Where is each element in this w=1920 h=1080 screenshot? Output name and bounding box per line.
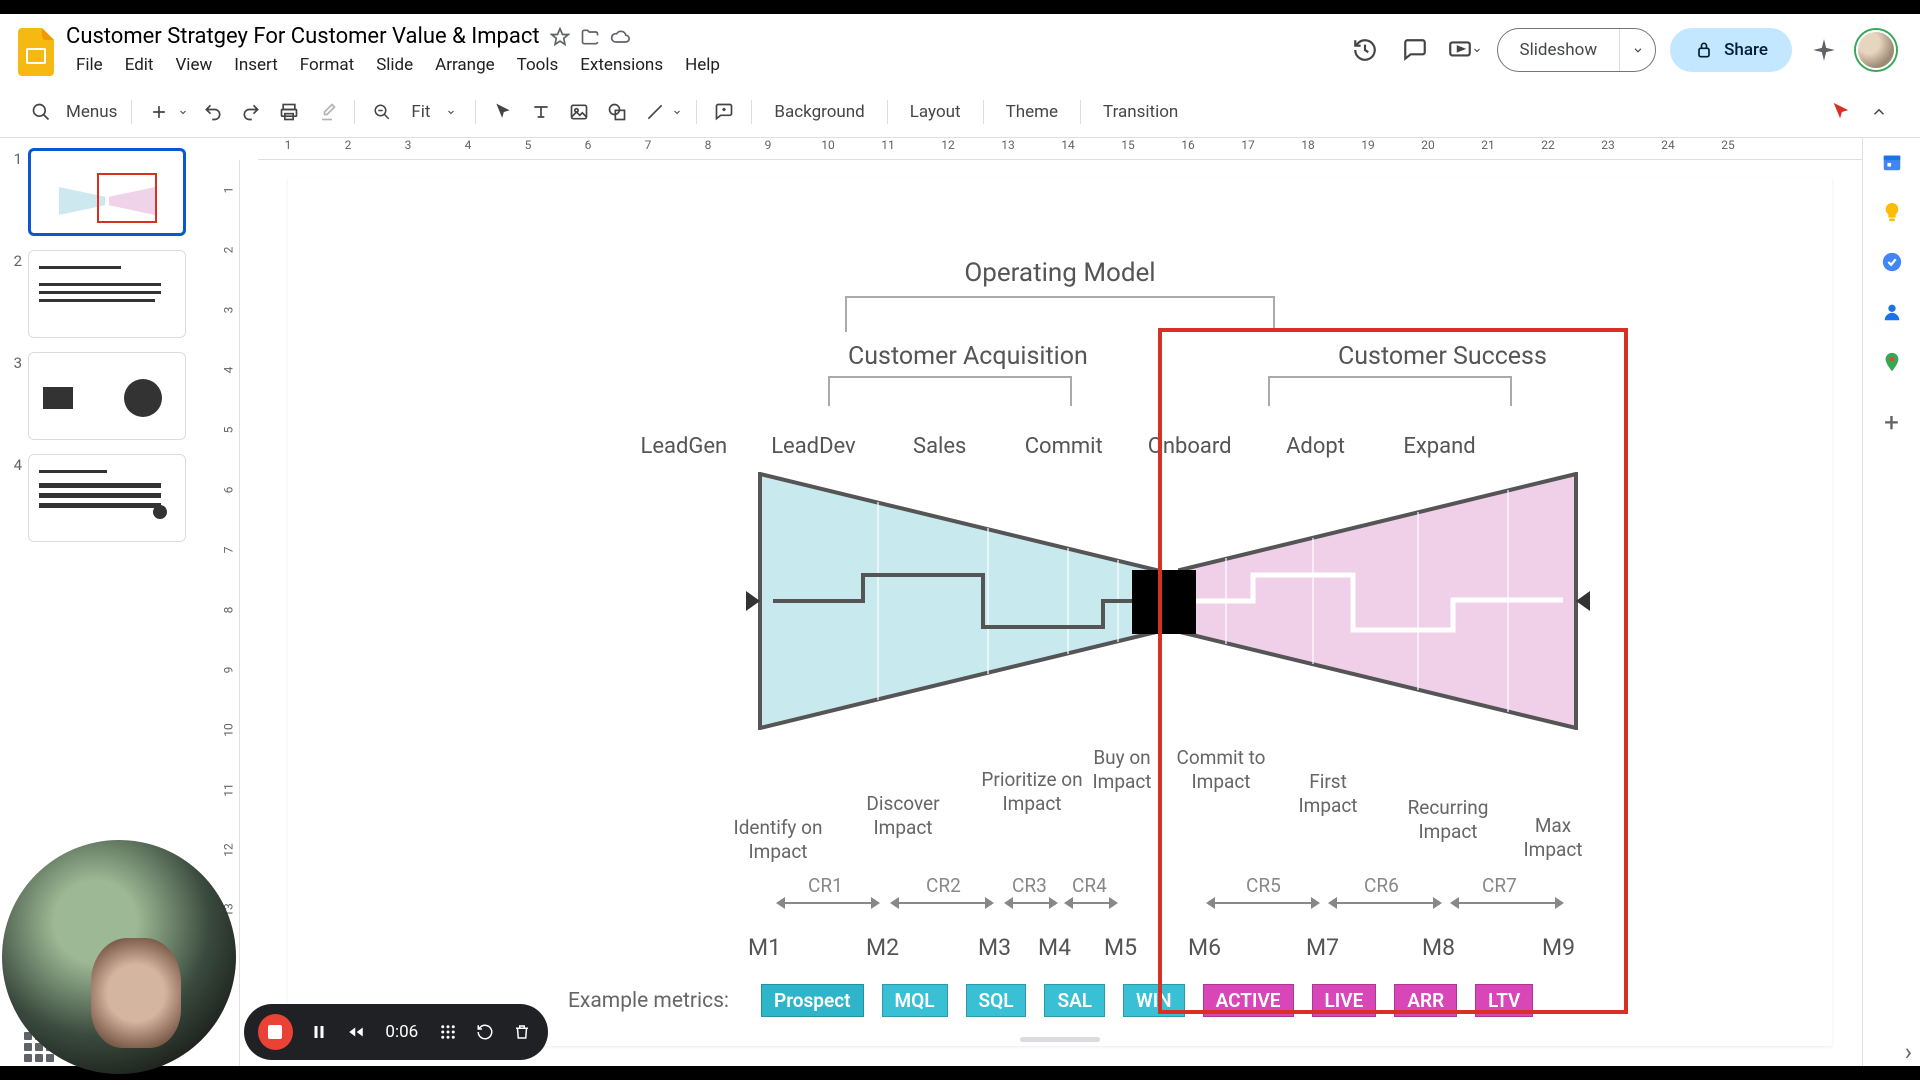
- document-title[interactable]: Customer Stratgey For Customer Value & I…: [66, 24, 540, 49]
- undo-button[interactable]: [196, 95, 230, 129]
- menu-view[interactable]: View: [165, 51, 222, 79]
- menu-edit[interactable]: Edit: [115, 51, 164, 79]
- app-logo[interactable]: [10, 26, 62, 78]
- menu-tools[interactable]: Tools: [507, 51, 569, 79]
- toolbar: Menus Fit Background Layout Theme Transi…: [0, 86, 1920, 138]
- new-slide-dropdown[interactable]: [174, 95, 192, 129]
- slideshow-button-group: Slideshow: [1497, 28, 1657, 72]
- slide-canvas[interactable]: Operating Model Customer Acquisition Cus…: [288, 178, 1832, 1046]
- theme-button[interactable]: Theme: [994, 96, 1070, 128]
- share-button[interactable]: Share: [1670, 28, 1792, 72]
- acq-bracket: [828, 376, 1072, 406]
- top-bracket: [845, 296, 1275, 332]
- slide-number: 2: [6, 250, 22, 338]
- slide-thumb-3[interactable]: [28, 352, 186, 440]
- shape-tool[interactable]: [600, 95, 634, 129]
- comment-icon[interactable]: [1397, 32, 1433, 68]
- menu-file[interactable]: File: [66, 51, 113, 79]
- menu-help[interactable]: Help: [675, 51, 730, 79]
- slide-1-content: Operating Model Customer Acquisition Cus…: [288, 178, 1832, 1046]
- menu-format[interactable]: Format: [290, 51, 364, 79]
- print-button[interactable]: [272, 95, 306, 129]
- phase-acquisition: Customer Acquisition: [848, 342, 1088, 371]
- stop-record-button[interactable]: [258, 1014, 293, 1050]
- recording-time: 0:06: [385, 1022, 418, 1042]
- line-dropdown[interactable]: [668, 95, 686, 129]
- redo-button[interactable]: [234, 95, 268, 129]
- contacts-icon[interactable]: [1880, 300, 1904, 324]
- title-bar: Customer Stratgey For Customer Value & I…: [0, 14, 1920, 86]
- menu-insert[interactable]: Insert: [224, 51, 288, 79]
- zoom-out-icon[interactable]: [365, 95, 399, 129]
- gemini-icon[interactable]: [1806, 32, 1842, 68]
- search-menus[interactable]: Menus: [62, 96, 121, 128]
- slide-number: 4: [6, 454, 22, 542]
- restart-icon[interactable]: [473, 1023, 496, 1041]
- tasks-icon[interactable]: [1880, 250, 1904, 274]
- maps-icon[interactable]: [1880, 350, 1904, 374]
- account-avatar[interactable]: [1856, 30, 1896, 70]
- textbox-tool[interactable]: [524, 95, 558, 129]
- rewind-icon[interactable]: [344, 1023, 367, 1041]
- side-panel: +: [1862, 138, 1920, 1066]
- collapse-toolbar[interactable]: [1862, 95, 1896, 129]
- new-slide-button[interactable]: [142, 95, 176, 129]
- add-addon-icon[interactable]: +: [1884, 408, 1899, 438]
- recording-toolbar: 0:06: [244, 1004, 548, 1060]
- arrow-in-icon: [746, 591, 760, 611]
- background-button[interactable]: Background: [762, 96, 876, 128]
- transition-button[interactable]: Transition: [1091, 96, 1190, 128]
- ruler-horizontal: 1234567891011121314151617181920212223242…: [258, 138, 1862, 160]
- history-icon[interactable]: [1347, 32, 1383, 68]
- menu-extensions[interactable]: Extensions: [570, 51, 673, 79]
- present-dropdown[interactable]: [1447, 32, 1483, 68]
- menu-bar: File Edit View Insert Format Slide Arran…: [66, 49, 1347, 79]
- grid-icon[interactable]: [436, 1023, 459, 1041]
- star-icon[interactable]: [550, 27, 570, 47]
- slide-thumb-2[interactable]: [28, 250, 186, 338]
- slide-number: 1: [6, 148, 22, 236]
- slideshow-dropdown[interactable]: [1619, 29, 1655, 71]
- slide-thumb-4[interactable]: [28, 454, 186, 542]
- slide-canvas-area: 1234567891011121314151617181920212223242…: [218, 138, 1862, 1066]
- pointer-mode[interactable]: [1824, 95, 1858, 129]
- zoom-select[interactable]: Fit: [403, 100, 465, 124]
- slide-number: 3: [6, 352, 22, 440]
- move-icon[interactable]: [580, 27, 600, 47]
- zoom-value: Fit: [411, 102, 441, 122]
- red-highlight-box: [1158, 328, 1628, 1014]
- image-tool[interactable]: [562, 95, 596, 129]
- slideshow-button[interactable]: Slideshow: [1498, 29, 1620, 71]
- cloud-icon[interactable]: [610, 27, 630, 47]
- comment-tool[interactable]: [707, 95, 741, 129]
- slide-thumb-1[interactable]: [28, 148, 186, 236]
- menu-arrange[interactable]: Arrange: [425, 51, 504, 79]
- pause-icon[interactable]: [307, 1023, 330, 1041]
- keep-icon[interactable]: [1880, 200, 1904, 224]
- paint-format-button[interactable]: [310, 95, 344, 129]
- menu-slide[interactable]: Slide: [366, 51, 423, 79]
- speaker-notes-handle[interactable]: [1020, 1037, 1100, 1042]
- calendar-icon[interactable]: [1880, 150, 1904, 174]
- share-label: Share: [1724, 40, 1768, 60]
- webcam-overlay[interactable]: [2, 840, 236, 1074]
- delete-icon[interactable]: [511, 1023, 534, 1041]
- search-icon[interactable]: [24, 95, 58, 129]
- layout-button[interactable]: Layout: [898, 96, 973, 128]
- operating-model-title: Operating Model: [288, 258, 1832, 288]
- line-tool[interactable]: [638, 95, 672, 129]
- select-tool[interactable]: [486, 95, 520, 129]
- next-arrow-icon[interactable]: ›: [1905, 1038, 1912, 1066]
